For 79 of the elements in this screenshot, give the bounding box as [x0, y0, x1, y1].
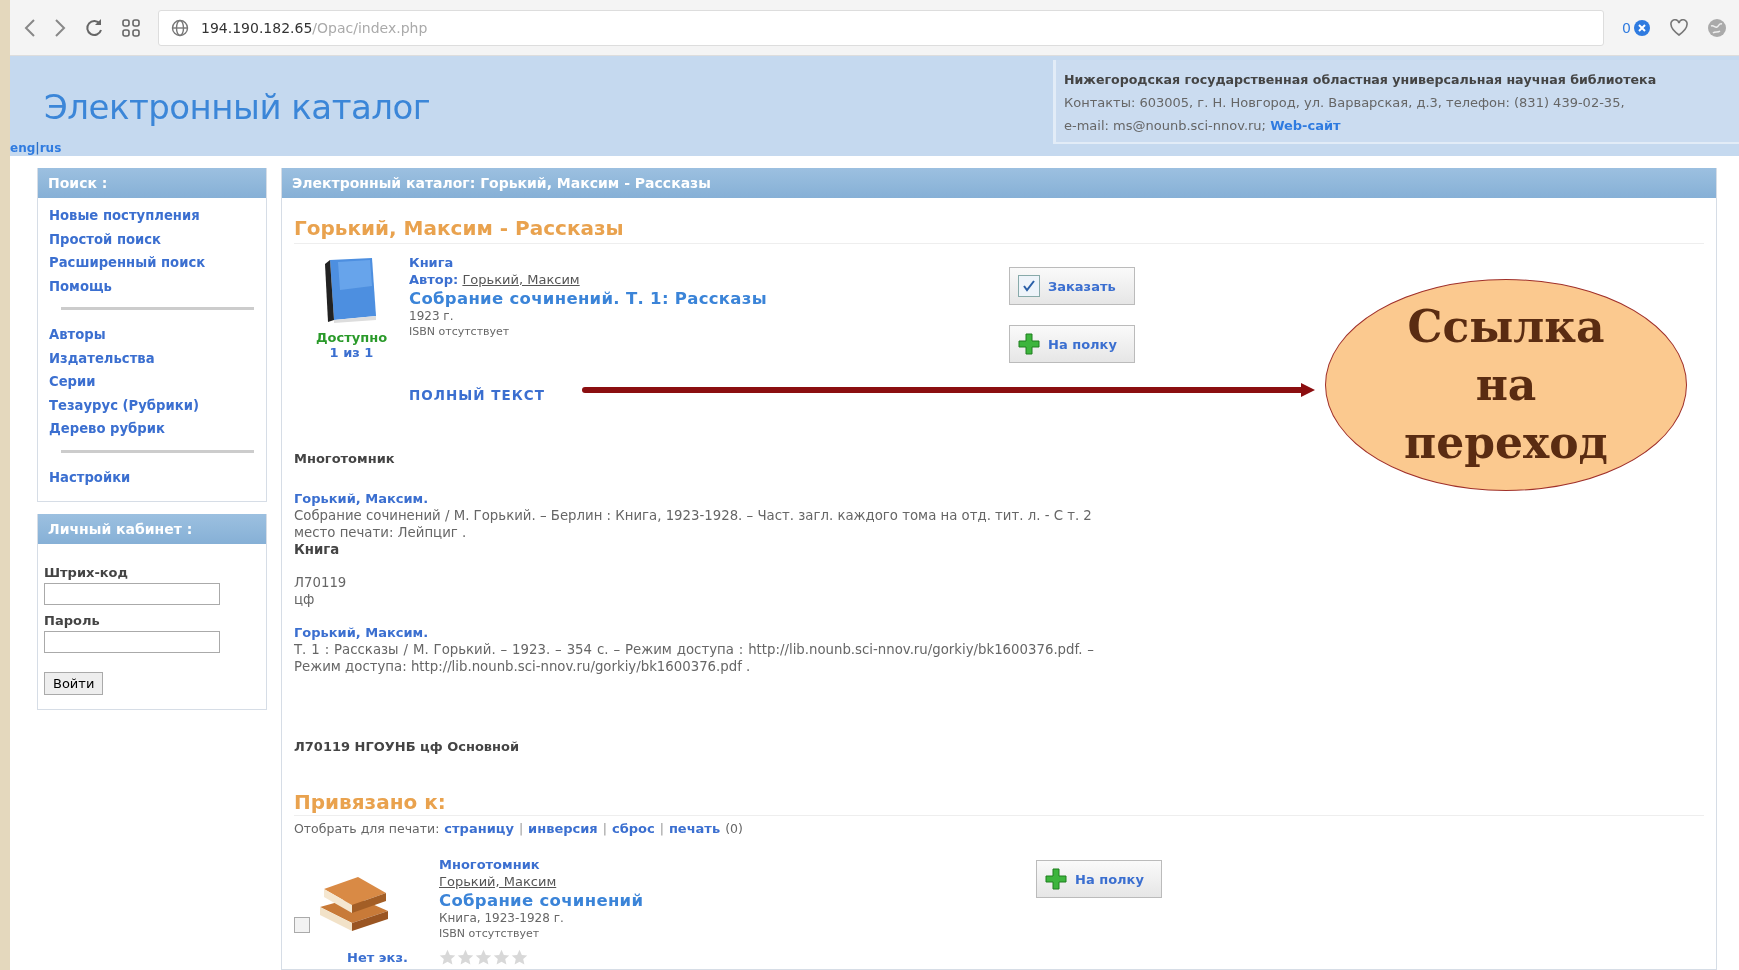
sidebar-link[interactable]: Серии	[49, 370, 96, 394]
record-type: Книга	[294, 541, 341, 558]
password-field[interactable]	[44, 631, 220, 653]
link-separator: |	[659, 821, 664, 836]
description-text: Т. 1 : Рассказы / М. Горький. – 1923. – 354 с. – Режим доступа : http://lib.nounb.sci-nnov.ru/gorkiy/bk1600376.pdf. – Режим доступа: http://lib.nounb.sci-nnov.ru/gorkiy/bk1600376.pdf .	[294, 641, 1094, 675]
availability-status: Нет экз.	[346, 950, 409, 965]
website-link[interactable]: Web-сайт	[1270, 118, 1341, 133]
reload-icon[interactable]	[84, 17, 104, 38]
print-option-link[interactable]: печать	[668, 821, 721, 836]
print-label: Отобрать для печати:	[294, 821, 440, 836]
holdings-line: Л70119 НГОУНБ цф Основной	[294, 739, 521, 754]
isbn-note: ISBN отсутствует	[409, 324, 510, 339]
print-option-link[interactable]: инверсия	[528, 821, 598, 836]
section-heading: Привязано к:	[294, 790, 1704, 816]
language-separator: |	[35, 141, 40, 155]
language-link[interactable]: eng	[10, 141, 36, 155]
record-heading: Горький, Максим - Рассказы	[294, 198, 1704, 244]
apps-grid-icon[interactable]	[122, 18, 140, 37]
sidebar-link[interactable]: Новые поступления	[49, 204, 200, 228]
field-label: Пароль	[44, 612, 100, 630]
globe-icon	[171, 18, 189, 37]
description-text: Собрание сочинений / М. Горький. – Берлин : Книга, 1923-1928. – Част. загл. каждого тома на отд. тит. л. - С т. 2 место печати: Лейпциг .	[294, 507, 1093, 541]
section-label: Многотомник	[294, 451, 396, 466]
sidebar-link[interactable]: Расширенный поиск	[49, 251, 206, 275]
link-separator: |	[518, 821, 524, 836]
sidebar-link[interactable]: Тезаурус (Рубрики)	[49, 393, 199, 417]
record-title[interactable]: Собрание сочинений. Т. 1: Рассказы	[409, 288, 767, 309]
plus-icon	[1045, 868, 1067, 890]
shelf-code: Л70119	[294, 574, 348, 591]
language-link[interactable]: rus	[39, 141, 62, 155]
checkbox-icon	[1018, 275, 1040, 297]
shelf-code: цф	[294, 591, 316, 608]
back-icon[interactable]	[24, 18, 36, 37]
author-link[interactable]: Горький, Максим.	[294, 490, 429, 507]
add-to-shelf-button[interactable]: На полку	[1036, 860, 1162, 898]
record-title[interactable]: Собрание сочинений	[439, 890, 644, 911]
forward-icon[interactable]	[54, 18, 66, 37]
panel-title: Поиск :	[38, 168, 266, 198]
panel-title: Электронный каталог: Горький, Максим - Рассказы	[282, 168, 1716, 198]
author-link[interactable]: Горький, Максим	[462, 272, 580, 287]
field-label: Штрих-код	[44, 564, 129, 582]
isbn-note: ISBN отсутствует	[439, 926, 540, 941]
globe-icon[interactable]	[1707, 17, 1727, 38]
rating-stars[interactable]	[439, 949, 528, 965]
blocked-count: 0	[1622, 19, 1631, 36]
record-type[interactable]: Многотомник	[439, 856, 540, 873]
sidebar-link[interactable]: Издательства	[49, 346, 155, 370]
print-option-link[interactable]: страницу	[444, 821, 514, 836]
copies-count: 1 из 1	[329, 345, 374, 360]
author-link[interactable]: Горький, Максим	[439, 873, 557, 890]
publication-year: 1923 г.	[409, 309, 454, 324]
author-link[interactable]: Горький, Максим.	[294, 624, 429, 641]
library-contacts: Контакты: 603005, г. Н. Новгород, ул. Варварская, д.3, телефон: (831) 439-02-35,	[1064, 94, 1626, 112]
availability-status: Доступно	[315, 330, 388, 345]
address-bar[interactable]: 194.190.182.65/Opac/index.php	[158, 9, 1605, 46]
print-option-link[interactable]: сброс	[611, 821, 655, 836]
site-title: Электронный каталог	[44, 87, 431, 127]
sidebar-link[interactable]: Дерево рубрик	[49, 417, 165, 441]
select-checkbox[interactable]	[294, 917, 310, 933]
sidebar-link[interactable]: Помощь	[49, 274, 112, 298]
record-type[interactable]: Книга	[409, 254, 454, 271]
sidebar-link[interactable]: Простой поиск	[49, 227, 162, 251]
plus-icon	[1018, 333, 1040, 355]
panel-title: Личный кабинет :	[38, 514, 266, 544]
author-label: Автор:	[409, 272, 459, 287]
order-button[interactable]: Заказать	[1009, 267, 1135, 305]
library-email: e-mail: ms@nounb.sci-nnov.ru;	[1064, 118, 1266, 133]
barcode-field[interactable]	[44, 583, 220, 605]
add-to-shelf-button[interactable]: На полку	[1009, 325, 1135, 363]
sidebar-link[interactable]: Настройки	[49, 465, 131, 489]
callout-text: Ссылка на переход	[1403, 300, 1609, 470]
print-count: (0)	[725, 821, 743, 836]
sidebar-link[interactable]: Авторы	[49, 323, 106, 347]
login-button[interactable]: Войти	[44, 672, 104, 695]
link-separator: |	[602, 821, 607, 836]
heart-icon[interactable]	[1669, 18, 1689, 37]
publication-info: Книга, 1923-1928 г.	[439, 911, 564, 926]
full-text-link[interactable]: ПОЛНЫЙ ТЕКСТ	[409, 387, 545, 403]
library-name: Нижегородская государственная областная универсальная научная библиотека	[1064, 71, 1658, 89]
